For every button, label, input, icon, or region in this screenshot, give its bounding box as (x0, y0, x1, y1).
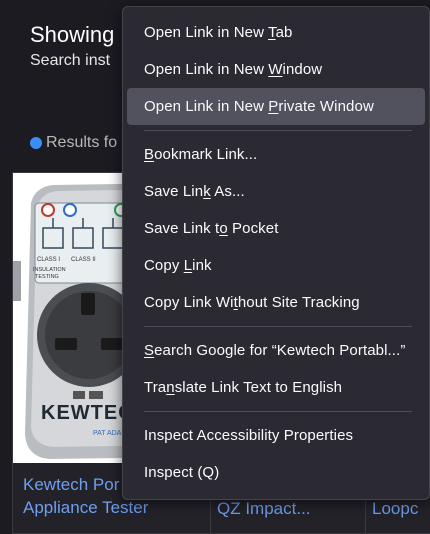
menu-item-copy-link[interactable]: Copy Link (127, 247, 425, 284)
menu-item-label: Copy Link Without Site Tracking (144, 294, 360, 311)
testing-label: TESTING (35, 274, 59, 280)
class-i-label: CLASS I (37, 257, 60, 263)
product-card-title[interactable]: Loopc (372, 497, 418, 520)
menu-separator (144, 130, 412, 131)
menu-item-label: Inspect Accessibility Properties (144, 427, 354, 444)
page-title: Showing (30, 22, 115, 47)
menu-item-label: Search Google for “Kewtech Portabl...” (144, 342, 406, 359)
menu-item-open-new-window[interactable]: Open Link in New Window (127, 51, 425, 88)
context-menu[interactable]: Open Link in New Tab Open Link in New Win… (122, 6, 430, 500)
menu-item-bookmark-link[interactable]: Bookmark Link... (127, 136, 425, 173)
menu-item-save-link-to-pocket[interactable]: Save Link to Pocket (127, 210, 425, 247)
class-ii-label: CLASS II (71, 257, 96, 263)
menu-item-label: Inspect (Q) (144, 464, 220, 481)
menu-item-label: Copy Link (144, 257, 212, 274)
menu-item-copy-link-without-tracking[interactable]: Copy Link Without Site Tracking (127, 284, 425, 321)
menu-item-translate-link-text[interactable]: Translate Link Text to English (127, 369, 425, 406)
menu-item-label: Save Link As... (144, 183, 245, 200)
menu-separator (144, 411, 412, 412)
card-title-line[interactable]: QZ Impact... (217, 497, 311, 520)
results-label-text: Results fo (46, 134, 118, 151)
blue-dot-icon (30, 137, 42, 149)
menu-item-label: Bookmark Link... (144, 146, 258, 163)
page-subtitle: Search inst (30, 52, 111, 69)
product-card-title[interactable]: QZ Impact... (217, 497, 311, 520)
menu-item-save-link-as[interactable]: Save Link As... (127, 173, 425, 210)
menu-item-label: Save Link to Pocket (144, 220, 279, 237)
menu-item-label: Open Link in New Private Window (144, 98, 374, 115)
menu-item-inspect-accessibility[interactable]: Inspect Accessibility Properties (127, 417, 425, 454)
menu-item-search-google[interactable]: Search Google for “Kewtech Portabl...” (127, 332, 425, 369)
menu-item-label: Open Link in New Window (144, 61, 323, 78)
menu-item-open-new-tab[interactable]: Open Link in New Tab (127, 14, 425, 51)
results-label: Results fo (30, 134, 117, 152)
menu-item-open-private-window[interactable]: Open Link in New Private Window (127, 88, 425, 125)
menu-item-label: Translate Link Text to English (144, 379, 343, 396)
menu-item-inspect[interactable]: Inspect (Q) (127, 454, 425, 491)
menu-separator (144, 326, 412, 327)
menu-item-label: Open Link in New Tab (144, 24, 293, 41)
insulation-label: INSULATION (33, 267, 66, 273)
card-title-line[interactable]: Loopc (372, 497, 418, 520)
